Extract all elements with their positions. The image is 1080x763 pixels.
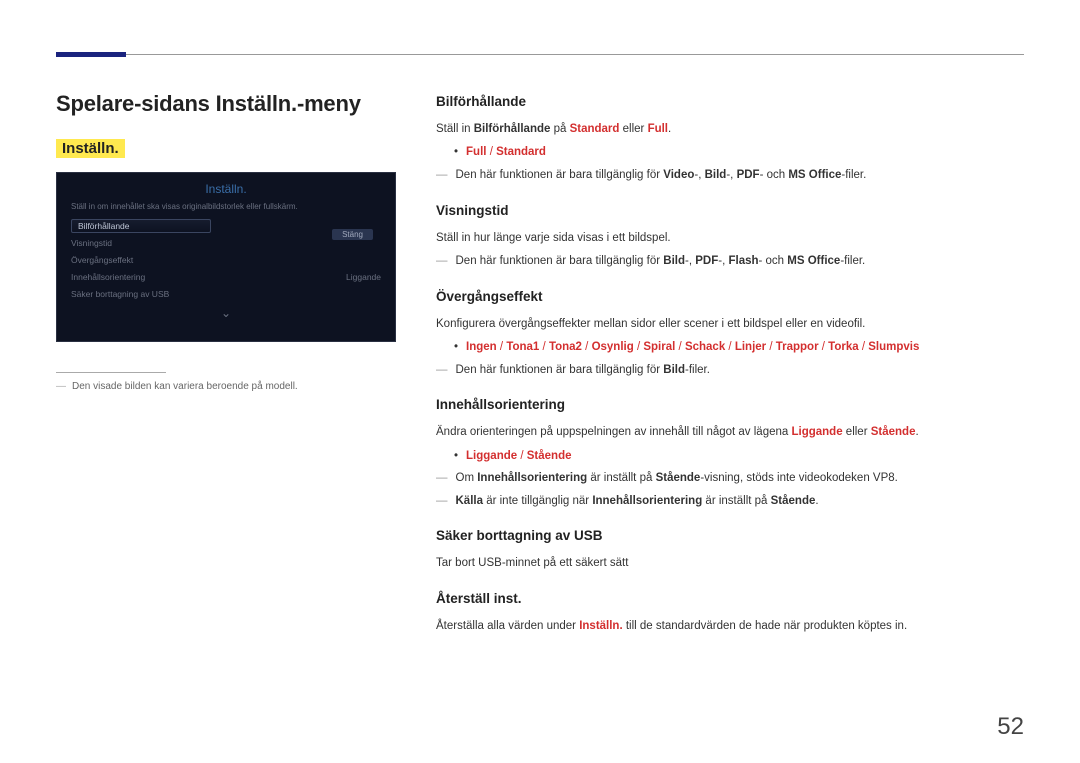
image-disclaimer: Den visade bilden kan variera beroende p…	[56, 381, 396, 392]
body-text: Ändra orienteringen på uppspelningen av …	[436, 423, 1024, 443]
section-heading: Återställ inst.	[436, 588, 1024, 611]
sc-row: Övergångseffekt	[57, 251, 395, 268]
sc-row: Visningstid	[57, 234, 395, 251]
highlight-label: Inställn.	[56, 139, 125, 158]
sc-title: Inställn.	[57, 173, 395, 202]
body-text: Ställ in Bilförhållande på Standard elle…	[436, 120, 1024, 140]
sc-subtitle: Ställ in om innehållet ska visas origina…	[57, 202, 395, 217]
option-list: Liggande / Stående	[436, 447, 1024, 467]
note: Den här funktionen är bara tillgänglig f…	[436, 361, 1024, 381]
section-heading: Visningstid	[436, 200, 1024, 223]
body-text: Återställa alla värden under Inställn. t…	[436, 617, 1024, 637]
divider	[56, 372, 166, 373]
note: Källa är inte tillgänglig när Innehållso…	[436, 492, 1024, 512]
note: Den här funktionen är bara tillgänglig f…	[436, 252, 1024, 272]
section-heading: Säker borttagning av USB	[436, 525, 1024, 548]
content-column: Bilförhållande Ställ in Bilförhållande p…	[436, 91, 1024, 640]
section-heading: Bilförhållande	[436, 91, 1024, 114]
settings-screenshot: Inställn. Ställ in om innehållet ska vis…	[56, 172, 396, 342]
option-list: Ingen / Tona1 / Tona2 / Osynlig / Spiral…	[436, 338, 1024, 358]
header-rule	[56, 54, 1024, 55]
section-heading: Övergångseffekt	[436, 286, 1024, 309]
option-list: Full / Standard	[436, 143, 1024, 163]
section-heading: Innehållsorientering	[436, 394, 1024, 417]
note: Om Innehållsorientering är inställt på S…	[436, 469, 1024, 489]
chevron-down-icon: ⌄	[57, 302, 395, 320]
page-title: Spelare-sidans Inställn.-meny	[56, 91, 396, 117]
body-text: Konfigurera övergångseffekter mellan sid…	[436, 315, 1024, 335]
note: Den här funktionen är bara tillgänglig f…	[436, 166, 1024, 186]
page-number: 52	[997, 713, 1024, 741]
sc-row: Säker borttagning av USB	[57, 285, 395, 302]
body-text: Ställ in hur länge varje sida visas i et…	[436, 229, 1024, 249]
body-text: Tar bort USB-minnet på ett säkert sätt	[436, 554, 1024, 574]
sc-row: InnehållsorienteringLiggande	[57, 268, 395, 285]
